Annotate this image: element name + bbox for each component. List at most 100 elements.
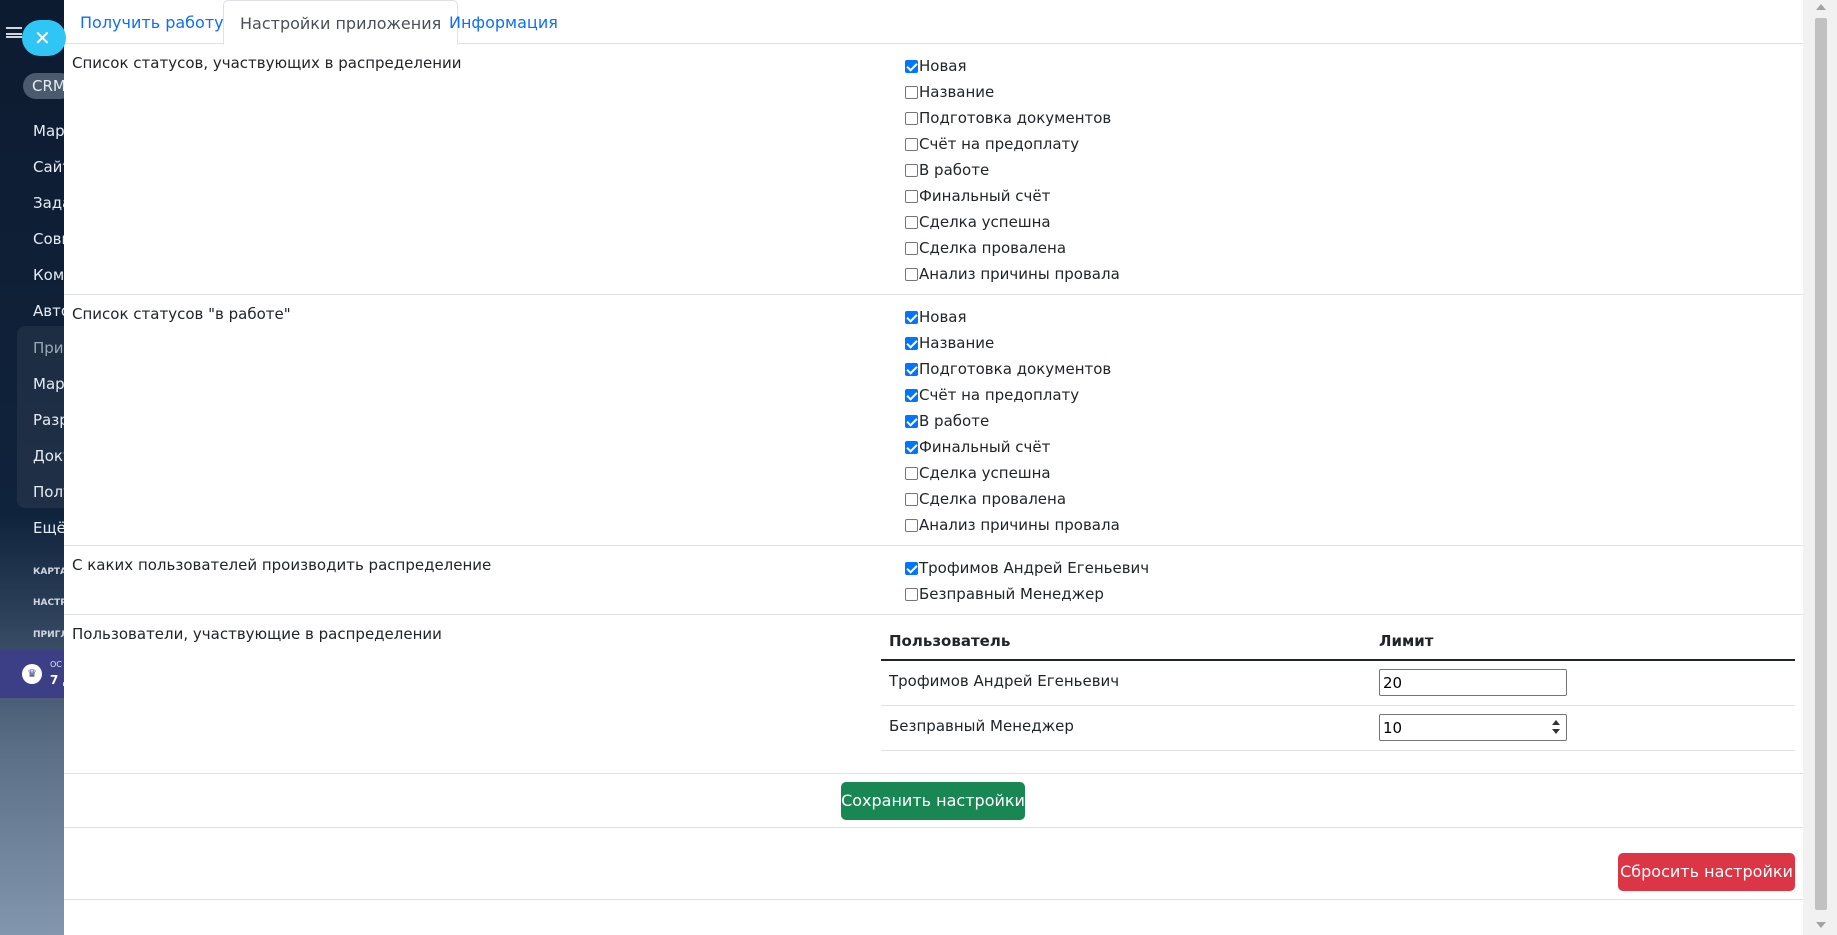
checkbox-label: Сделка успешна bbox=[919, 464, 1051, 482]
menu-icon[interactable] bbox=[6, 27, 22, 38]
table-header: Пользователь Лимит bbox=[881, 625, 1795, 661]
section-source-users: С каких пользователей производить распре… bbox=[64, 546, 1803, 615]
sidebar-item[interactable]: НАСТР bbox=[33, 598, 67, 608]
checkbox-label: В работе bbox=[919, 161, 990, 179]
checkbox-option[interactable]: Финальный счёт bbox=[905, 183, 1120, 209]
checkbox-option[interactable]: Анализ причины провала bbox=[905, 261, 1120, 287]
checkbox-list: Трофимов Андрей Егеньевич Безправный Мене… bbox=[905, 555, 1149, 607]
close-panel-button[interactable]: ✕ bbox=[22, 20, 66, 56]
checkbox[interactable] bbox=[905, 59, 918, 73]
checkbox-label: Безправный Менеджер bbox=[919, 585, 1104, 603]
settings-panel: Получить работу Настройки приложения Инф… bbox=[64, 0, 1803, 935]
checkbox[interactable] bbox=[905, 362, 918, 376]
checkbox[interactable] bbox=[905, 388, 918, 402]
tab-bar: Получить работу Настройки приложения Инф… bbox=[64, 0, 1803, 45]
tab-info[interactable]: Информация bbox=[433, 0, 574, 45]
checkbox[interactable] bbox=[905, 336, 918, 350]
checkbox-label: Название bbox=[919, 334, 995, 352]
scroll-down-icon[interactable] bbox=[1816, 922, 1826, 928]
checkbox-option[interactable]: Счёт на предоплату bbox=[905, 131, 1120, 157]
limit-input[interactable] bbox=[1379, 669, 1567, 696]
checkbox-option[interactable]: Новая bbox=[905, 53, 1120, 79]
checkbox-option[interactable]: Новая bbox=[905, 304, 1120, 330]
tab-get-work[interactable]: Получить работу bbox=[64, 0, 240, 45]
checkbox-option[interactable]: Анализ причины провала bbox=[905, 512, 1120, 538]
checkbox[interactable] bbox=[905, 163, 918, 177]
checkbox-label: Название bbox=[919, 83, 995, 101]
checkbox-label: Новая bbox=[919, 57, 967, 75]
sidebar-item[interactable]: Ещё bbox=[33, 519, 66, 537]
save-settings-button[interactable]: Сохранить настройки bbox=[841, 782, 1025, 820]
sidebar-item[interactable]: Мар bbox=[33, 122, 65, 140]
checkbox[interactable] bbox=[905, 111, 918, 125]
spinner-arrows-icon[interactable] bbox=[1551, 718, 1561, 738]
table-row: Трофимов Андрей Егеньевич bbox=[881, 661, 1795, 706]
sidebar-item[interactable]: Мар bbox=[33, 375, 65, 393]
checkbox[interactable] bbox=[905, 189, 918, 203]
checkbox[interactable] bbox=[905, 518, 918, 532]
checkbox[interactable] bbox=[905, 215, 918, 229]
sidebar-item[interactable]: Ком bbox=[33, 266, 64, 284]
checkbox-option[interactable]: Подготовка документов bbox=[905, 356, 1120, 382]
checkbox-option[interactable]: Название bbox=[905, 330, 1120, 356]
participants-table: Пользователь Лимит Трофимов Андрей Егень… bbox=[881, 625, 1795, 751]
sidebar-item[interactable]: ПРИГЛ bbox=[33, 630, 68, 640]
checkbox-label: Трофимов Андрей Егеньевич bbox=[919, 559, 1150, 577]
user-name: Безправный Менеджер bbox=[889, 717, 1074, 735]
sidebar-item[interactable]: КАРТА bbox=[33, 567, 67, 577]
promo-line1: ОС bbox=[50, 660, 62, 669]
checkbox-label: Счёт на предоплату bbox=[919, 135, 1080, 153]
section-label: С каких пользователей производить распре… bbox=[72, 556, 492, 574]
checkbox[interactable] bbox=[905, 587, 918, 601]
checkbox-option[interactable]: В работе bbox=[905, 408, 1120, 434]
checkbox-option[interactable]: Сделка успешна bbox=[905, 209, 1120, 235]
reset-settings-button[interactable]: Сбросить настройки bbox=[1618, 853, 1795, 891]
checkbox[interactable] bbox=[905, 466, 918, 480]
checkbox-option[interactable]: Подготовка документов bbox=[905, 105, 1120, 131]
checkbox[interactable] bbox=[905, 241, 918, 255]
divider bbox=[64, 827, 1803, 828]
crown-icon: ♛ bbox=[22, 664, 42, 684]
scrollbar[interactable] bbox=[1803, 0, 1837, 935]
section-in-work-statuses: Список статусов "в работе" Новая Название… bbox=[64, 295, 1803, 546]
divider bbox=[64, 899, 1803, 900]
checkbox[interactable] bbox=[905, 85, 918, 99]
checkbox-option[interactable]: Счёт на предоплату bbox=[905, 382, 1120, 408]
checkbox[interactable] bbox=[905, 267, 918, 281]
section-label: Пользователи, участвующие в распределени… bbox=[72, 625, 442, 643]
section-distribution-statuses: Список статусов, участвующих в распредел… bbox=[64, 44, 1803, 295]
checkbox-option[interactable]: Трофимов Андрей Егеньевич bbox=[905, 555, 1149, 581]
checkbox-label: Сделка провалена bbox=[919, 490, 1067, 508]
checkbox-label: Сделка провалена bbox=[919, 239, 1067, 257]
checkbox[interactable] bbox=[905, 414, 918, 428]
checkbox-option[interactable]: Безправный Менеджер bbox=[905, 581, 1149, 607]
column-header-limit: Лимит bbox=[1379, 632, 1434, 650]
checkbox-option[interactable]: Название bbox=[905, 79, 1120, 105]
checkbox-option[interactable]: Сделка провалена bbox=[905, 235, 1120, 261]
tab-app-settings[interactable]: Настройки приложения bbox=[223, 0, 459, 45]
checkbox-list: Новая Название Подготовка документов Счёт н… bbox=[905, 304, 1120, 538]
section-label: Список статусов, участвующих в распредел… bbox=[72, 54, 462, 72]
checkbox-option[interactable]: Сделка успешна bbox=[905, 460, 1120, 486]
checkbox-label: Сделка успешна bbox=[919, 213, 1051, 231]
checkbox-label: Финальный счёт bbox=[919, 438, 1051, 456]
checkbox[interactable] bbox=[905, 561, 918, 575]
scroll-up-icon[interactable] bbox=[1816, 4, 1826, 10]
checkbox-label: Анализ причины провала bbox=[919, 265, 1120, 283]
checkbox[interactable] bbox=[905, 137, 918, 151]
checkbox-option[interactable]: Финальный счёт bbox=[905, 434, 1120, 460]
checkbox-label: Подготовка документов bbox=[919, 109, 1112, 127]
checkbox-label: В работе bbox=[919, 412, 990, 430]
checkbox-option[interactable]: Сделка провалена bbox=[905, 486, 1120, 512]
checkbox[interactable] bbox=[905, 492, 918, 506]
checkbox[interactable] bbox=[905, 310, 918, 324]
limit-input[interactable] bbox=[1379, 714, 1567, 741]
close-icon: ✕ bbox=[34, 26, 51, 50]
scrollbar-thumb[interactable] bbox=[1815, 18, 1827, 910]
table-row: Безправный Менеджер bbox=[881, 706, 1795, 751]
checkbox[interactable] bbox=[905, 440, 918, 454]
user-name: Трофимов Андрей Егеньевич bbox=[889, 672, 1120, 690]
checkbox-label: Анализ причины провала bbox=[919, 516, 1120, 534]
section-label: Список статусов "в работе" bbox=[72, 305, 291, 323]
checkbox-option[interactable]: В работе bbox=[905, 157, 1120, 183]
